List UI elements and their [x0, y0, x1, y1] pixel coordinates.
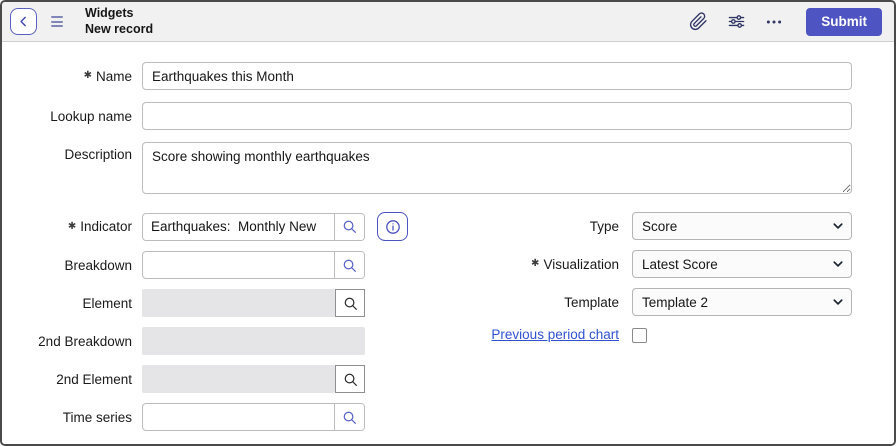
element-reference-field-disabled [142, 289, 365, 317]
form-header: Widgets New record Submit [2, 2, 894, 42]
breakdown-input[interactable] [143, 252, 334, 278]
search-icon [343, 296, 358, 311]
sliders-icon [727, 12, 746, 31]
indicator-reference-field [142, 212, 365, 241]
time-series-label: Time series [62, 409, 132, 425]
left-column: ✱ Indicator Earthquakes: Monthly New Bre… [12, 212, 450, 441]
paperclip-icon [689, 12, 708, 31]
previous-period-chart-link[interactable]: Previous period chart [491, 326, 619, 344]
name-row: ✱ Name [12, 62, 852, 90]
second-element-lookup-button[interactable] [335, 365, 365, 393]
form-columns: ✱ Indicator Earthquakes: Monthly New Bre… [12, 212, 852, 441]
personalize-form-button[interactable] [724, 10, 748, 34]
element-row: Element [12, 289, 450, 317]
indicator-input[interactable] [143, 213, 334, 240]
info-icon [385, 219, 401, 235]
visualization-select[interactable]: Latest Score [632, 250, 852, 278]
time-series-reference-field [142, 403, 365, 431]
back-button[interactable] [10, 8, 37, 35]
page-title-table: Widgets [85, 5, 134, 20]
type-select[interactable]: Score [632, 212, 852, 240]
page-title-record: New record [85, 21, 154, 36]
breakdown-reference-field [142, 251, 365, 279]
chevron-left-icon [17, 15, 30, 28]
record-form-window: Widgets New record Submit ✱ Name Earthqu… [0, 0, 896, 446]
required-marker: ✱ [83, 70, 92, 81]
template-row: Template Template 2 [450, 288, 852, 316]
lookup-name-row: Lookup name [12, 102, 852, 130]
second-breakdown-row: 2nd Breakdown [12, 327, 450, 355]
template-select-control[interactable]: Template 2 [632, 288, 852, 316]
time-series-row: Time series [12, 403, 450, 431]
type-select-control[interactable]: Score [632, 212, 852, 240]
type-label: Type [589, 218, 619, 234]
description-textarea[interactable]: Score showing monthly earthquakes [142, 142, 852, 194]
required-marker: ✱ [67, 220, 77, 232]
breakdown-lookup-button[interactable] [334, 252, 364, 278]
second-breakdown-label: 2nd Breakdown [38, 333, 132, 349]
name-label: ✱ Name [83, 68, 132, 84]
previous-period-chart-label-cell: Previous period chart [450, 326, 619, 344]
description-row: Description Score showing monthly earthq… [12, 142, 852, 194]
element-label: Element [82, 295, 132, 311]
time-series-input[interactable] [143, 404, 334, 430]
submit-button[interactable]: Submit [806, 7, 882, 36]
element-lookup-button[interactable] [335, 289, 365, 317]
second-element-row: 2nd Element [12, 365, 450, 393]
template-select[interactable]: Template 2 [632, 288, 852, 316]
required-marker: ✱ [531, 258, 540, 269]
element-input-disabled [142, 289, 335, 317]
indicator-preview-button[interactable] [377, 212, 408, 241]
visualization-label: ✱ Visualization [531, 256, 619, 272]
page-title: Widgets New record [85, 6, 153, 37]
search-icon [342, 258, 357, 273]
search-icon [342, 410, 357, 425]
second-element-reference-field-disabled [142, 365, 365, 393]
lookup-name-label: Lookup name [50, 108, 132, 124]
form-body: ✱ Name Lookup name Description Score sho… [2, 42, 894, 444]
visualization-row: ✱ Visualization Latest Score [450, 250, 852, 278]
search-icon [343, 372, 358, 387]
second-breakdown-input-disabled [142, 327, 365, 355]
header-actions: Submit [686, 7, 882, 36]
lookup-name-input[interactable] [142, 102, 852, 130]
form-context-menu-button[interactable] [51, 16, 63, 27]
breakdown-row: Breakdown [12, 251, 450, 279]
template-label: Template [564, 294, 619, 310]
name-input[interactable] [142, 62, 852, 90]
attachments-button[interactable] [686, 10, 710, 34]
more-actions-button[interactable] [762, 10, 786, 34]
visualization-select-control[interactable]: Latest Score [632, 250, 852, 278]
indicator-lookup-button[interactable] [334, 213, 364, 240]
indicator-row: ✱ Indicator [12, 212, 450, 241]
second-element-input-disabled [142, 365, 335, 393]
breakdown-label: Breakdown [64, 257, 132, 273]
previous-period-chart-checkbox[interactable] [632, 328, 647, 343]
previous-period-chart-row: Previous period chart [450, 326, 852, 344]
description-label: Description [64, 147, 132, 162]
hamburger-icon [51, 16, 63, 27]
more-ellipsis-icon [765, 13, 783, 31]
time-series-lookup-button[interactable] [334, 404, 364, 430]
type-row: Type Score [450, 212, 852, 240]
right-column: Type Score ✱ Visualization Latest Score … [450, 212, 852, 441]
second-element-label: 2nd Element [56, 371, 132, 387]
indicator-label: ✱ Indicator [67, 219, 132, 234]
search-icon [342, 219, 357, 234]
